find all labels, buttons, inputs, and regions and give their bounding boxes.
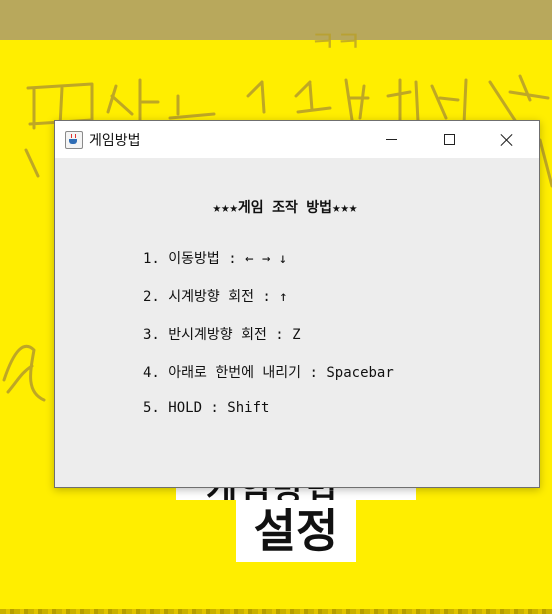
instructions-heading: ★★★게임 조작 방법★★★ [212, 200, 358, 216]
maximize-button[interactable] [420, 121, 478, 158]
java-coffee-icon [65, 131, 83, 149]
instruction-hard-drop: 4. 아래로 한번에 내리기 : Spacebar [143, 365, 394, 381]
close-icon [500, 133, 514, 147]
window-title: 게임방법 [89, 133, 141, 149]
minimize-icon [386, 139, 397, 140]
settings-button[interactable]: 설정 [236, 500, 356, 562]
instruction-move: 1. 이동방법 : ← → ↓ [143, 251, 288, 267]
instruction-rotate-counterclockwise: 3. 반시계방향 회전 : Z [143, 327, 301, 343]
instruction-hold: 5. HOLD : Shift [143, 400, 270, 416]
instruction-rotate-clockwise: 2. 시계방향 회전 : ↑ [143, 289, 288, 305]
scribble-text: ㅋㅋ [310, 25, 362, 58]
maximize-icon [444, 134, 455, 145]
bottom-strip [0, 609, 552, 614]
close-button[interactable] [478, 121, 536, 158]
game-instructions-window: 게임방법 ★★★게임 조작 방법★★★ 1. 이동방법 : ← → ↓ 2. 시… [54, 120, 540, 488]
window-titlebar[interactable]: 게임방법 [55, 121, 539, 158]
minimize-button[interactable] [362, 121, 420, 158]
